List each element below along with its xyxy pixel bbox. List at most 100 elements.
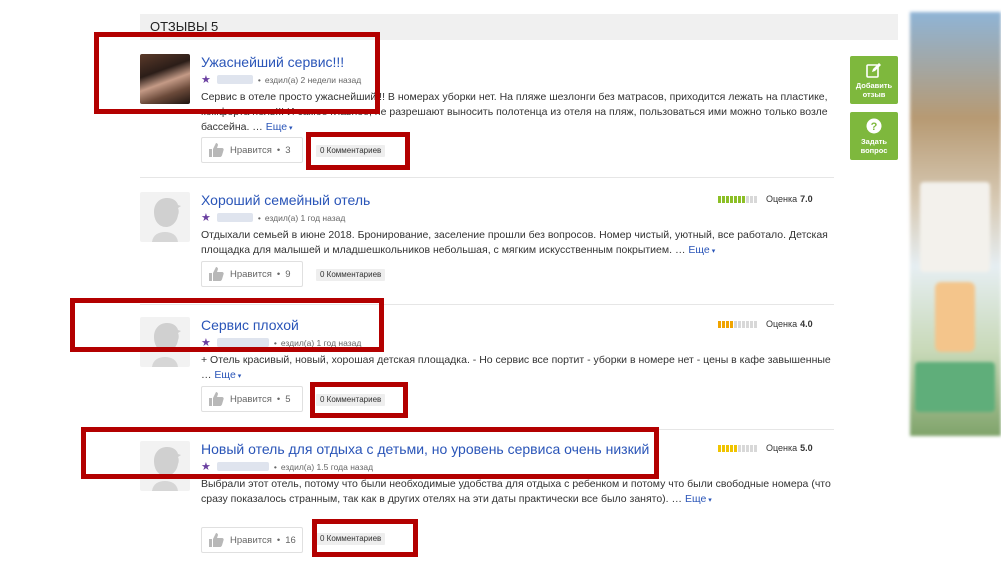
rating-bars [718, 195, 758, 203]
like-count: 9 [285, 268, 291, 280]
rating-segment [722, 195, 725, 203]
username-blurred[interactable] [216, 462, 269, 471]
rating-segment [742, 444, 745, 452]
avatar[interactable] [140, 317, 190, 367]
rating-segment [734, 320, 737, 328]
review-item: Сервис плохой ★ • ездил(а) 1 год назад О… [140, 317, 834, 430]
travel-date: ездил(а) 1 год назад [264, 212, 346, 223]
review-text: + Отель красивый, новый, хорошая детская… [201, 353, 831, 384]
rating-segment [742, 195, 745, 203]
star-icon: ★ [201, 461, 211, 473]
add-review-button[interactable]: Добавить отзыв [850, 56, 898, 104]
comments-link[interactable]: 0 Комментариев [316, 394, 386, 406]
review-meta: ★ • ездил(а) 1 год назад [201, 212, 346, 224]
rating-segment [738, 444, 741, 452]
ad-banner[interactable] [910, 12, 1001, 436]
star-icon: ★ [201, 212, 211, 224]
rating: Оценка 7.0 [718, 194, 813, 204]
star-icon: ★ [201, 337, 211, 349]
review-item: Новый отель для отдыха с детьми, но уров… [140, 441, 834, 561]
thumbs-up-icon [209, 267, 224, 281]
star-icon: ★ [201, 74, 211, 86]
thumbs-up-icon [209, 143, 224, 157]
rating-segment [746, 195, 749, 203]
default-avatar-icon [152, 198, 181, 242]
rating-segment [730, 444, 733, 452]
review-title[interactable]: Ужаснейший сервис!!! [201, 54, 344, 70]
thumbs-up-icon [209, 392, 224, 406]
rating-segment [718, 195, 721, 203]
avatar[interactable] [140, 192, 190, 242]
username-blurred[interactable] [216, 338, 269, 347]
like-button[interactable]: Нравится • 5 [201, 386, 303, 412]
rating-segment [734, 444, 737, 452]
rating-segment [726, 320, 729, 328]
default-avatar-icon [152, 447, 181, 491]
default-avatar-icon [152, 323, 181, 367]
review-item: Ужаснейший сервис!!! ★ • ездил(а) 2 неде… [140, 54, 834, 178]
ask-question-button[interactable]: ? Задать вопрос [850, 112, 898, 160]
rating-segment [722, 444, 725, 452]
more-link[interactable]: Еще [214, 369, 241, 381]
review-text: Сервис в отеле просто ужаснейший!!! В но… [201, 90, 831, 136]
username-blurred[interactable] [216, 75, 253, 84]
travel-date: ездил(а) 1 год назад [280, 337, 362, 348]
rating-segment [746, 320, 749, 328]
username-blurred[interactable] [216, 213, 253, 222]
like-count: 3 [285, 144, 291, 156]
edit-icon [866, 63, 881, 78]
rating-segment [750, 320, 753, 328]
rating-segment [750, 444, 753, 452]
rating-segment [742, 320, 745, 328]
comments-link[interactable]: 0 Комментариев [316, 145, 386, 157]
rating-segment [730, 195, 733, 203]
rating-segment [738, 195, 741, 203]
review-title[interactable]: Хороший семейный отель [201, 192, 370, 208]
rating-value: 7.0 [800, 194, 813, 204]
like-count: 16 [285, 534, 296, 546]
thumbs-up-icon [209, 533, 224, 547]
like-button[interactable]: Нравится • 3 [201, 137, 303, 163]
rating-segment [726, 444, 729, 452]
rating-bars [718, 444, 758, 452]
like-button[interactable]: Нравится • 9 [201, 261, 303, 287]
review-meta: ★ • ездил(а) 1 год назад [201, 337, 362, 349]
more-link[interactable]: Еще [266, 121, 293, 133]
svg-text:?: ? [871, 121, 878, 133]
review-meta: ★ • ездил(а) 2 недели назад [201, 74, 362, 86]
rating-segment [718, 444, 721, 452]
rating-segment [722, 320, 725, 328]
review-text: Выбрали этот отель, потому что были необ… [201, 477, 831, 508]
review-title[interactable]: Сервис плохой [201, 317, 299, 333]
avatar[interactable] [140, 441, 190, 491]
rating-value: 4.0 [800, 319, 813, 329]
rating-segment [754, 320, 757, 328]
comments-link[interactable]: 0 Комментариев [316, 269, 386, 281]
rating-value: 5.0 [800, 443, 813, 453]
rating-segment [746, 444, 749, 452]
question-icon: ? [866, 118, 882, 134]
reviews-header: ОТЗЫВЫ 5 [140, 14, 898, 40]
review-text: Отдыхали семьей в июне 2018. Бронировани… [201, 228, 831, 259]
like-count: 5 [285, 393, 291, 405]
rating-segment [738, 320, 741, 328]
review-title[interactable]: Новый отель для отдыха с детьми, но уров… [201, 441, 649, 457]
more-link[interactable]: Еще [688, 244, 715, 256]
review-item: Хороший семейный отель ★ • ездил(а) 1 го… [140, 192, 834, 305]
rating: Оценка 4.0 [718, 319, 813, 329]
comments-link[interactable]: 0 Комментариев [316, 533, 386, 545]
rating-segment [718, 320, 721, 328]
rating-segment [730, 320, 733, 328]
rating-segment [726, 195, 729, 203]
rating-segment [734, 195, 737, 203]
rating: Оценка 5.0 [718, 443, 813, 453]
avatar[interactable] [140, 54, 190, 104]
like-button[interactable]: Нравится • 16 [201, 527, 303, 553]
rating-segment [750, 195, 753, 203]
more-link[interactable]: Еще [685, 493, 712, 505]
rating-bars [718, 320, 758, 328]
travel-date: ездил(а) 1.5 года назад [280, 461, 374, 472]
rating-segment [754, 195, 757, 203]
travel-date: ездил(а) 2 недели назад [264, 74, 362, 85]
rating-segment [754, 444, 757, 452]
